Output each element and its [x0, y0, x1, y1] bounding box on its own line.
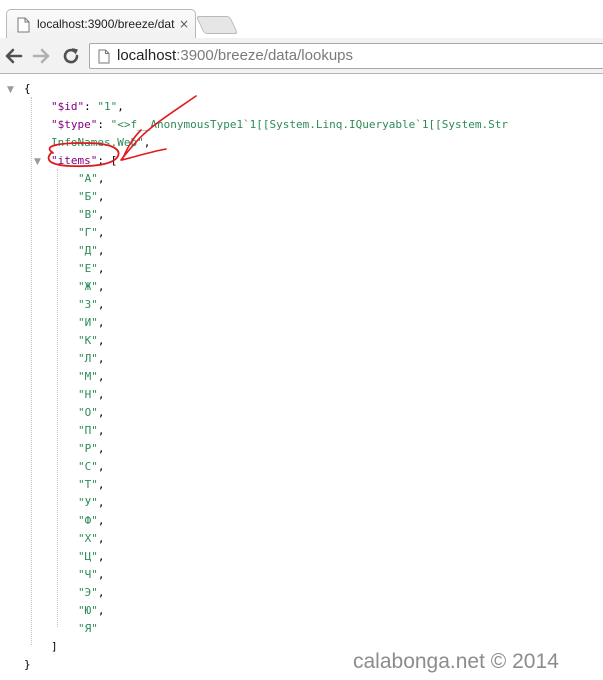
json-close-brace: }: [24, 658, 31, 671]
json-string: "Я": [78, 622, 98, 635]
new-tab-button[interactable]: [195, 16, 239, 34]
json-string: "Г": [78, 226, 98, 239]
json-item-row: "С",: [78, 460, 105, 473]
json-string: InfoNames.Web": [51, 136, 144, 149]
json-viewer: ▼ ▼ { "$id": "1", "$type": "<>f__Anonymo…: [0, 75, 603, 680]
json-key: "$type": [51, 118, 98, 131]
json-string: "П": [78, 424, 98, 437]
json-string: "Ю": [78, 604, 98, 617]
indent-guide-items: [57, 169, 58, 627]
json-item-row: "Ц",: [78, 550, 105, 563]
json-close-bracket: ]: [51, 640, 58, 653]
indent-guide-root: [31, 97, 32, 645]
json-item-row: "Ю",: [78, 604, 105, 617]
json-string: "Ж": [78, 280, 98, 293]
page-icon: [17, 17, 30, 33]
json-item-row: "Ж",: [78, 280, 105, 293]
json-item-row: "Р",: [78, 442, 105, 455]
tab-strip: localhost:3900/breeze/dat ×: [0, 0, 603, 38]
json-item-row: "М",: [78, 370, 105, 383]
json-string: "Ц": [78, 550, 98, 563]
json-string: "Р": [78, 442, 98, 455]
page-icon: [98, 49, 110, 64]
json-item-row: "О",: [78, 406, 105, 419]
json-key: "$id": [51, 100, 85, 113]
json-item-row: "Д",: [78, 244, 105, 257]
arrow-left-icon[interactable]: [3, 45, 25, 67]
json-item-row: "П",: [78, 424, 105, 437]
json-item-row: "А",: [78, 172, 105, 185]
json-string: "Н": [78, 388, 98, 401]
json-string: "<>f__AnonymousType1`1[[System.Linq.IQue…: [110, 118, 508, 131]
json-string: "Д": [78, 244, 98, 257]
json-item-row: "К",: [78, 334, 105, 347]
json-item-row: "Я": [78, 620, 98, 638]
url-text[interactable]: localhost:3900/breeze/data/lookups: [117, 47, 353, 64]
json-item-row: "Б",: [78, 190, 105, 203]
json-item-row: "Т",: [78, 478, 105, 491]
json-item-row: "Ч",: [78, 568, 105, 581]
watermark: calabonga.net © 2014: [353, 650, 559, 673]
json-item-row: "Г",: [78, 226, 105, 239]
json-string: "1": [97, 100, 118, 113]
json-string: "У": [78, 496, 98, 509]
json-string: "Е": [78, 262, 98, 275]
browser-toolbar: localhost:3900/breeze/data/lookups: [0, 38, 603, 74]
json-string: "Т": [78, 478, 98, 491]
url-path: :3900/breeze/data/lookups: [176, 47, 354, 64]
json-item-row: "Х",: [78, 532, 105, 545]
json-row-items: "items": [: [51, 154, 118, 167]
json-string: "Э": [78, 586, 98, 599]
browser-tab[interactable]: localhost:3900/breeze/dat ×: [6, 9, 196, 38]
json-string: "Х": [78, 532, 98, 545]
json-item-row: "З",: [78, 298, 105, 311]
json-string: "О": [78, 406, 98, 419]
items-key: "items": [51, 154, 98, 167]
json-row-id: "$id": "1",: [51, 100, 124, 113]
json-string: "Л": [78, 352, 98, 365]
json-item-row: "В",: [78, 208, 105, 221]
json-open-brace: {: [24, 82, 31, 95]
arrow-right-icon[interactable]: [30, 45, 52, 67]
json-string: "В": [78, 208, 98, 221]
json-row-type: "$type": "<>f__AnonymousType1`1[[System.…: [51, 118, 508, 131]
json-item-row: "Э",: [78, 586, 105, 599]
tab-title: localhost:3900/breeze/dat: [37, 17, 175, 31]
json-row-type-wrap: InfoNames.Web",: [51, 136, 151, 149]
json-string: "А": [78, 172, 98, 185]
close-icon[interactable]: ×: [179, 17, 189, 31]
json-item-row: "Е",: [78, 262, 105, 275]
json-string: "Ф": [78, 514, 98, 527]
json-item-row: "И",: [78, 316, 105, 329]
json-item-row: "У",: [78, 496, 105, 509]
json-string: "Ч": [78, 568, 98, 581]
json-item-row: "Ф",: [78, 514, 105, 527]
json-string: "И": [78, 316, 98, 329]
json-item-row: "Н",: [78, 388, 105, 401]
address-bar[interactable]: localhost:3900/breeze/data/lookups: [89, 43, 603, 69]
json-string: "Б": [78, 190, 98, 203]
reload-icon[interactable]: [60, 45, 82, 67]
url-host: localhost: [117, 47, 177, 64]
collapse-toggle-root[interactable]: ▼: [7, 85, 14, 95]
json-string: "З": [78, 298, 98, 311]
collapse-toggle-items[interactable]: ▼: [34, 157, 41, 167]
json-item-row: "Л",: [78, 352, 105, 365]
json-string: "С": [78, 460, 98, 473]
json-string: "К": [78, 334, 98, 347]
json-string: "М": [78, 370, 98, 383]
